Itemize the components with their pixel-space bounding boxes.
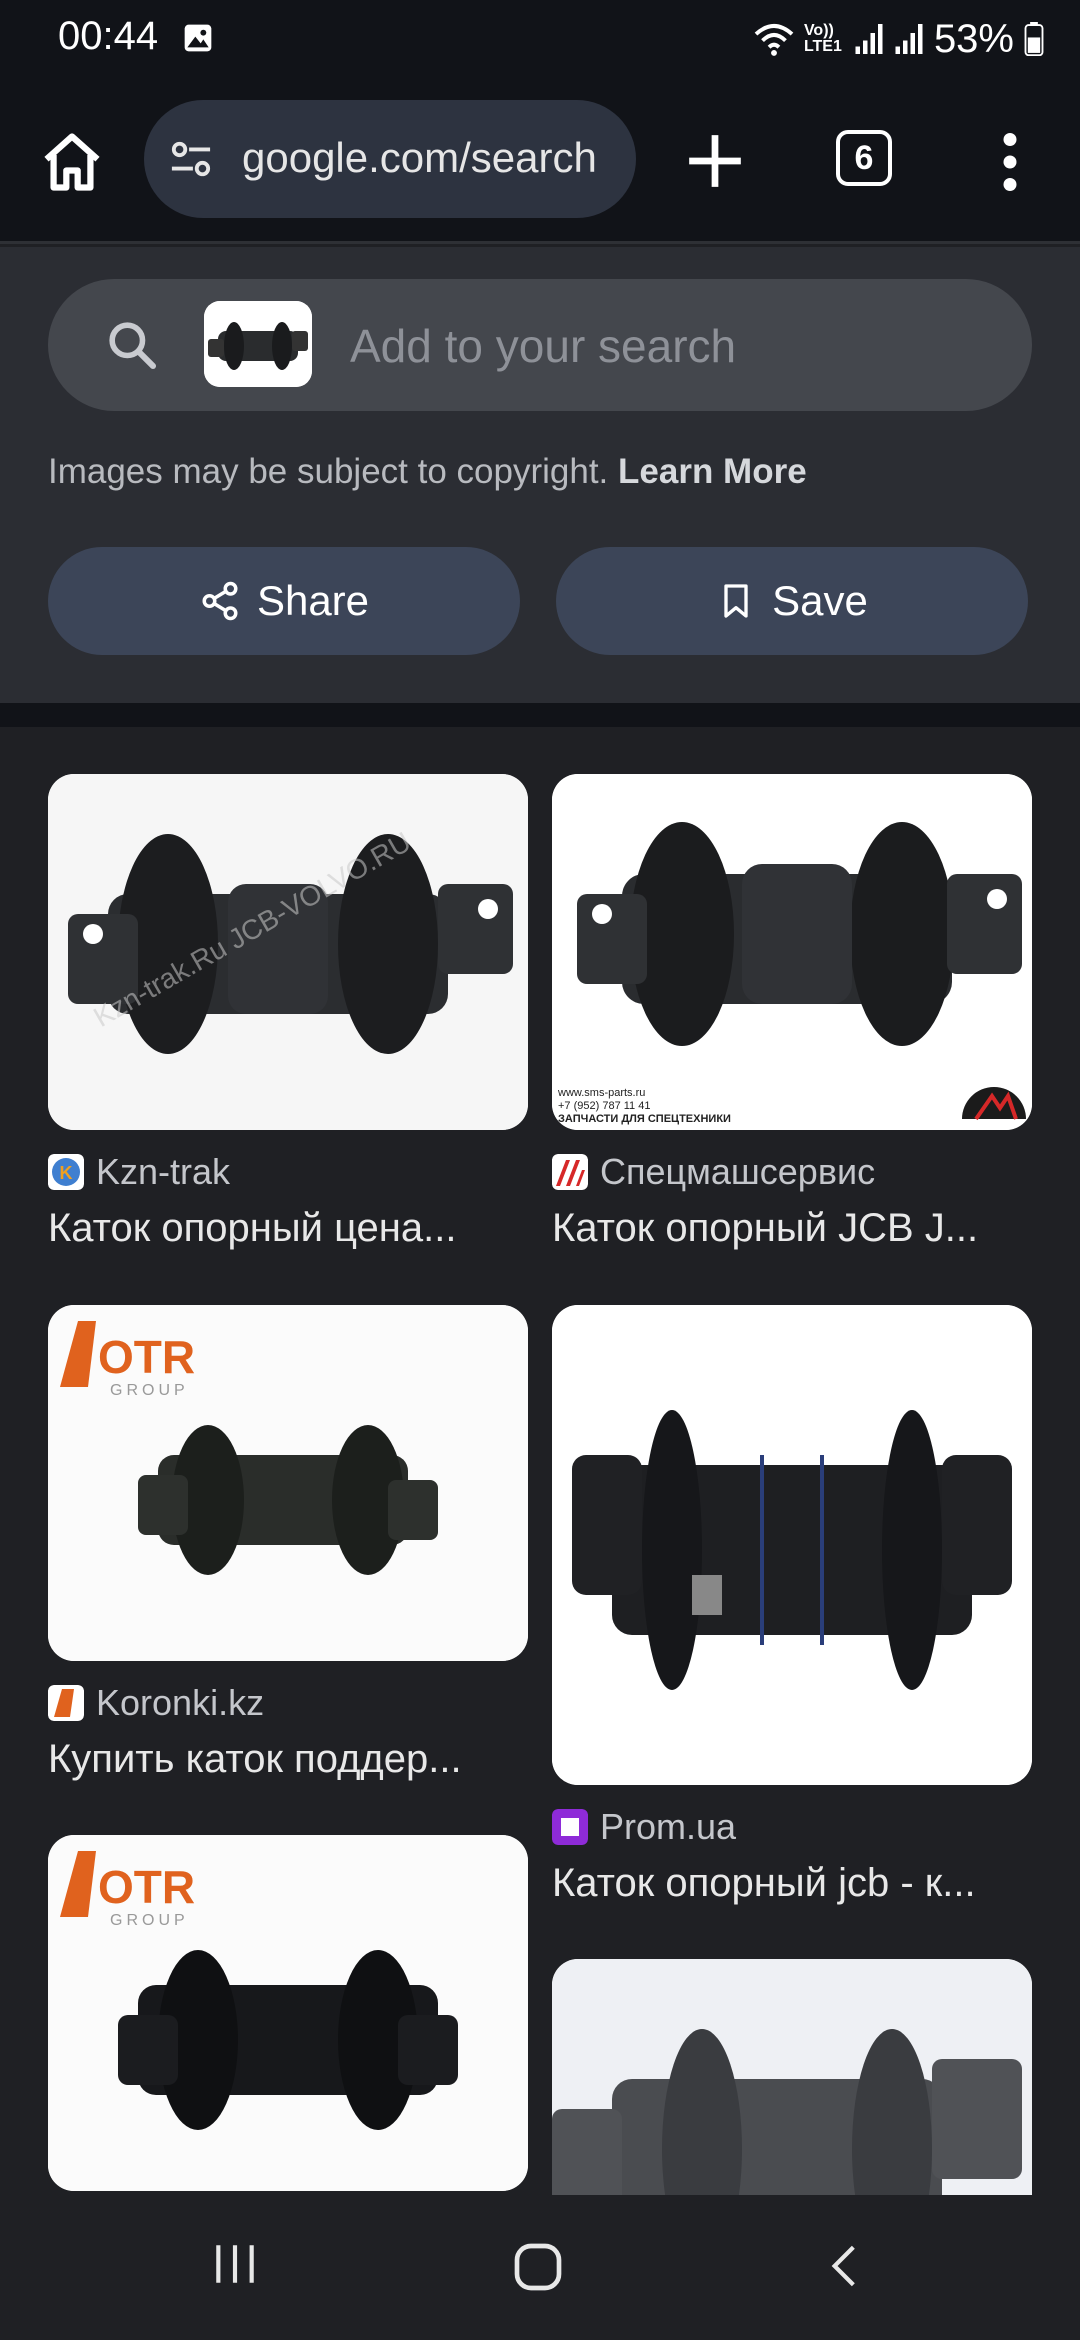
result-image[interactable] xyxy=(552,1305,1032,1785)
track-roller-image xyxy=(552,1305,1032,1785)
browser-toolbar: google.com/search 6 xyxy=(0,80,1080,244)
share-icon xyxy=(202,581,238,621)
result-title[interactable]: Каток опорный JCB J... xyxy=(552,1206,1032,1251)
address-bar[interactable]: google.com/search xyxy=(144,100,636,218)
status-bar: 00:44 Vo)) LTE1 53% xyxy=(0,0,1080,80)
result-card[interactable]: Kzn-trak.Ru JCB-VOLVO.RU K Kzn-trak Като… xyxy=(48,774,528,1251)
copyright-text: Images may be subject to copyright. xyxy=(48,452,609,491)
result-image[interactable]: OTR GROUP xyxy=(48,1305,528,1661)
track-roller-image: OTR GROUP xyxy=(48,1835,528,2191)
result-card[interactable]: OTR GROUP xyxy=(48,1835,528,2191)
search-input[interactable]: Add to your search xyxy=(350,319,736,373)
koronki-favicon xyxy=(48,1685,84,1721)
system-nav-bar xyxy=(0,2195,1080,2340)
results-grid: Kzn-trak.Ru JCB-VOLVO.RU K Kzn-trak Като… xyxy=(0,727,1080,2195)
track-roller-image xyxy=(552,1959,1032,2195)
result-image[interactable]: Kzn-trak.Ru JCB-VOLVO.RU xyxy=(48,774,528,1130)
tab-switcher-button[interactable]: 6 xyxy=(836,130,892,186)
image-notification-icon xyxy=(184,24,212,52)
copyright-notice: Images may be subject to copyright. Lear… xyxy=(48,452,807,492)
otr-logo-text: OTR xyxy=(98,1861,195,1913)
kzn-trak-favicon: K xyxy=(48,1154,84,1190)
url-text: google.com/search xyxy=(242,134,597,181)
share-label: Share xyxy=(256,577,370,624)
status-time: 00:44 xyxy=(58,14,159,58)
save-button[interactable]: Save xyxy=(556,547,1028,655)
source-name: Koronki.kz xyxy=(96,1682,265,1723)
battery-percent: 53% xyxy=(933,16,1014,61)
home-icon[interactable] xyxy=(38,128,106,196)
source-name: Kzn-trak xyxy=(96,1151,231,1192)
result-source[interactable]: Koronki.kz xyxy=(48,1682,528,1723)
battery-icon xyxy=(1024,22,1044,56)
specmash-favicon xyxy=(552,1154,588,1190)
otr-logo-text: OTR xyxy=(98,1331,195,1383)
result-title[interactable]: Каток опорный цена... xyxy=(48,1206,528,1251)
prom-favicon xyxy=(552,1809,588,1845)
wifi-icon xyxy=(754,23,794,56)
result-source[interactable]: Спецмашсервис xyxy=(552,1151,1032,1192)
track-roller-image: OTR GROUP xyxy=(48,1305,528,1661)
svg-text:K: K xyxy=(60,1163,73,1183)
volte-label: Vo)) LTE1 xyxy=(803,22,842,55)
track-roller-image: www.sms-parts.ru +7 (952) 787 11 41 ЗАПЧ… xyxy=(552,774,1032,1130)
otr-logo-sub: GROUP xyxy=(110,1912,189,1929)
result-title[interactable]: Купить каток поддер... xyxy=(48,1737,528,1782)
result-source[interactable]: Prom.ua xyxy=(552,1806,1032,1847)
more-options-icon[interactable] xyxy=(1000,132,1020,192)
signal-icon-2 xyxy=(895,24,923,54)
result-source[interactable]: K Kzn-trak xyxy=(48,1151,528,1192)
source-name: Спецмашсервис xyxy=(600,1151,876,1192)
site-settings-icon[interactable] xyxy=(168,138,214,180)
otr-logo-sub: GROUP xyxy=(110,1382,189,1399)
recent-apps-icon[interactable] xyxy=(210,2239,260,2289)
source-name: Prom.ua xyxy=(600,1806,737,1847)
save-label: Save xyxy=(772,577,868,624)
result-card[interactable]: Prom.ua Каток опорный jcb - к... xyxy=(552,1305,1032,1906)
roller-thumbnail-image xyxy=(204,301,312,387)
result-card[interactable]: OTR GROUP Koronki.kz Купить каток поддер… xyxy=(48,1305,528,1782)
section-divider xyxy=(0,703,1080,727)
result-image[interactable] xyxy=(552,1959,1032,2195)
learn-more-link[interactable]: Learn More xyxy=(618,452,807,491)
result-image[interactable]: OTR GROUP xyxy=(48,1835,528,2191)
search-icon xyxy=(109,322,157,370)
result-title[interactable]: Каток опорный jcb - к... xyxy=(552,1861,1032,1906)
bookmark-icon xyxy=(724,584,748,618)
caption-phone: +7 (952) 787 11 41 xyxy=(558,1100,650,1112)
caption-tagline: ЗАПЧАСТИ ДЛЯ СПЕЦТЕХНИКИ xyxy=(558,1113,731,1125)
new-tab-icon[interactable] xyxy=(684,130,746,192)
result-card[interactable] xyxy=(552,1959,1032,2195)
result-card[interactable]: www.sms-parts.ru +7 (952) 787 11 41 ЗАПЧ… xyxy=(552,774,1032,1251)
lens-panel: Add to your search Images may be subject… xyxy=(0,247,1080,703)
back-icon[interactable] xyxy=(820,2239,870,2293)
status-indicators: Vo)) LTE1 53% xyxy=(754,14,1044,64)
result-image[interactable]: www.sms-parts.ru +7 (952) 787 11 41 ЗАПЧ… xyxy=(552,774,1032,1130)
signal-icon xyxy=(855,24,883,54)
track-roller-image: Kzn-trak.Ru JCB-VOLVO.RU xyxy=(48,774,528,1130)
search-image-thumbnail[interactable] xyxy=(204,301,312,387)
caption-url: www.sms-parts.ru xyxy=(557,1087,645,1099)
share-button[interactable]: Share xyxy=(48,547,520,655)
home-nav-icon[interactable] xyxy=(510,2239,566,2295)
search-box[interactable]: Add to your search xyxy=(48,279,1032,411)
